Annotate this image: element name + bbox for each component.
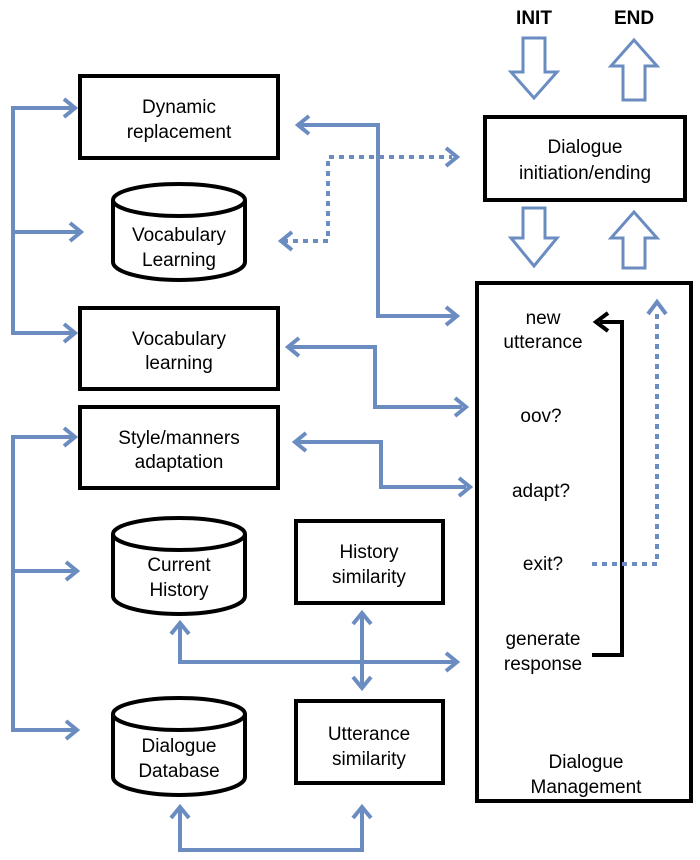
init-down-arrow [507,36,561,101]
svg-text:adaptation: adaptation [135,452,224,473]
svg-text:History: History [149,580,209,601]
svg-text:Database: Database [138,761,219,782]
init-label: INIT [516,8,552,29]
dialogue-initiation-box: Dialogue initiation/ending [483,115,687,202]
vocabulary-dotted-connector [277,146,461,252]
svg-text:similarity: similarity [332,567,406,588]
step-new-utterance-2: utterance [503,332,582,353]
history-connector [169,609,461,692]
style-adaptation-connector [291,431,474,498]
svg-text:Vocabulary: Vocabulary [132,329,227,350]
dm-title-1: Dialogue [549,752,624,773]
vocabulary-learning-database: Vocabulary Learning [111,182,247,282]
dialogue-system-diagram: INIT END Dialogue initiation/ending new … [11,8,693,852]
database-connector [169,803,373,852]
end-up-arrow-2 [607,209,661,270]
dynamic-replacement-box: Dynamic replacement [78,74,280,160]
dialogue-management-box: new utterance oov? adapt? exit? generate… [475,281,693,803]
svg-text:History: History [339,542,399,563]
left-bus-top [11,97,85,344]
style-adaptation-box: Style/manners adaptation [78,405,280,490]
init-down-arrow-2 [507,206,561,269]
step-oov: oov? [520,406,561,427]
svg-text:Utterance: Utterance [328,724,410,745]
utterance-similarity-box: Utterance similarity [294,699,445,785]
dm-title-2: Management [531,777,643,798]
svg-text:Current: Current [147,555,211,576]
svg-text:Learning: Learning [142,250,216,271]
vocabulary-learning-connector [284,336,470,418]
svg-text:replacement: replacement [127,122,232,143]
vocabulary-learning-box: Vocabulary learning [78,306,280,391]
step-generate-1: generate [505,629,580,650]
step-generate-2: response [504,654,582,675]
history-similarity-box: History similarity [294,519,445,605]
svg-text:Style/manners: Style/manners [118,428,239,449]
svg-text:Dynamic: Dynamic [142,97,216,118]
end-label: END [614,8,654,29]
svg-text:learning: learning [145,353,213,374]
left-bus-bottom [11,426,81,741]
svg-text:Dialogue: Dialogue [142,736,217,757]
svg-text:similarity: similarity [332,749,406,770]
svg-text:initiation/ending: initiation/ending [519,163,651,184]
current-history-database: Current History [111,516,247,616]
end-up-arrow [607,37,661,102]
svg-text:Vocabulary: Vocabulary [132,225,227,246]
dialogue-database: Dialogue Database [111,696,247,797]
step-new-utterance-1: new [526,308,561,329]
step-adapt: adapt? [512,481,570,502]
svg-text:Dialogue: Dialogue [548,137,623,158]
step-exit: exit? [523,554,563,575]
dynamic-replacement-connector [294,114,461,327]
